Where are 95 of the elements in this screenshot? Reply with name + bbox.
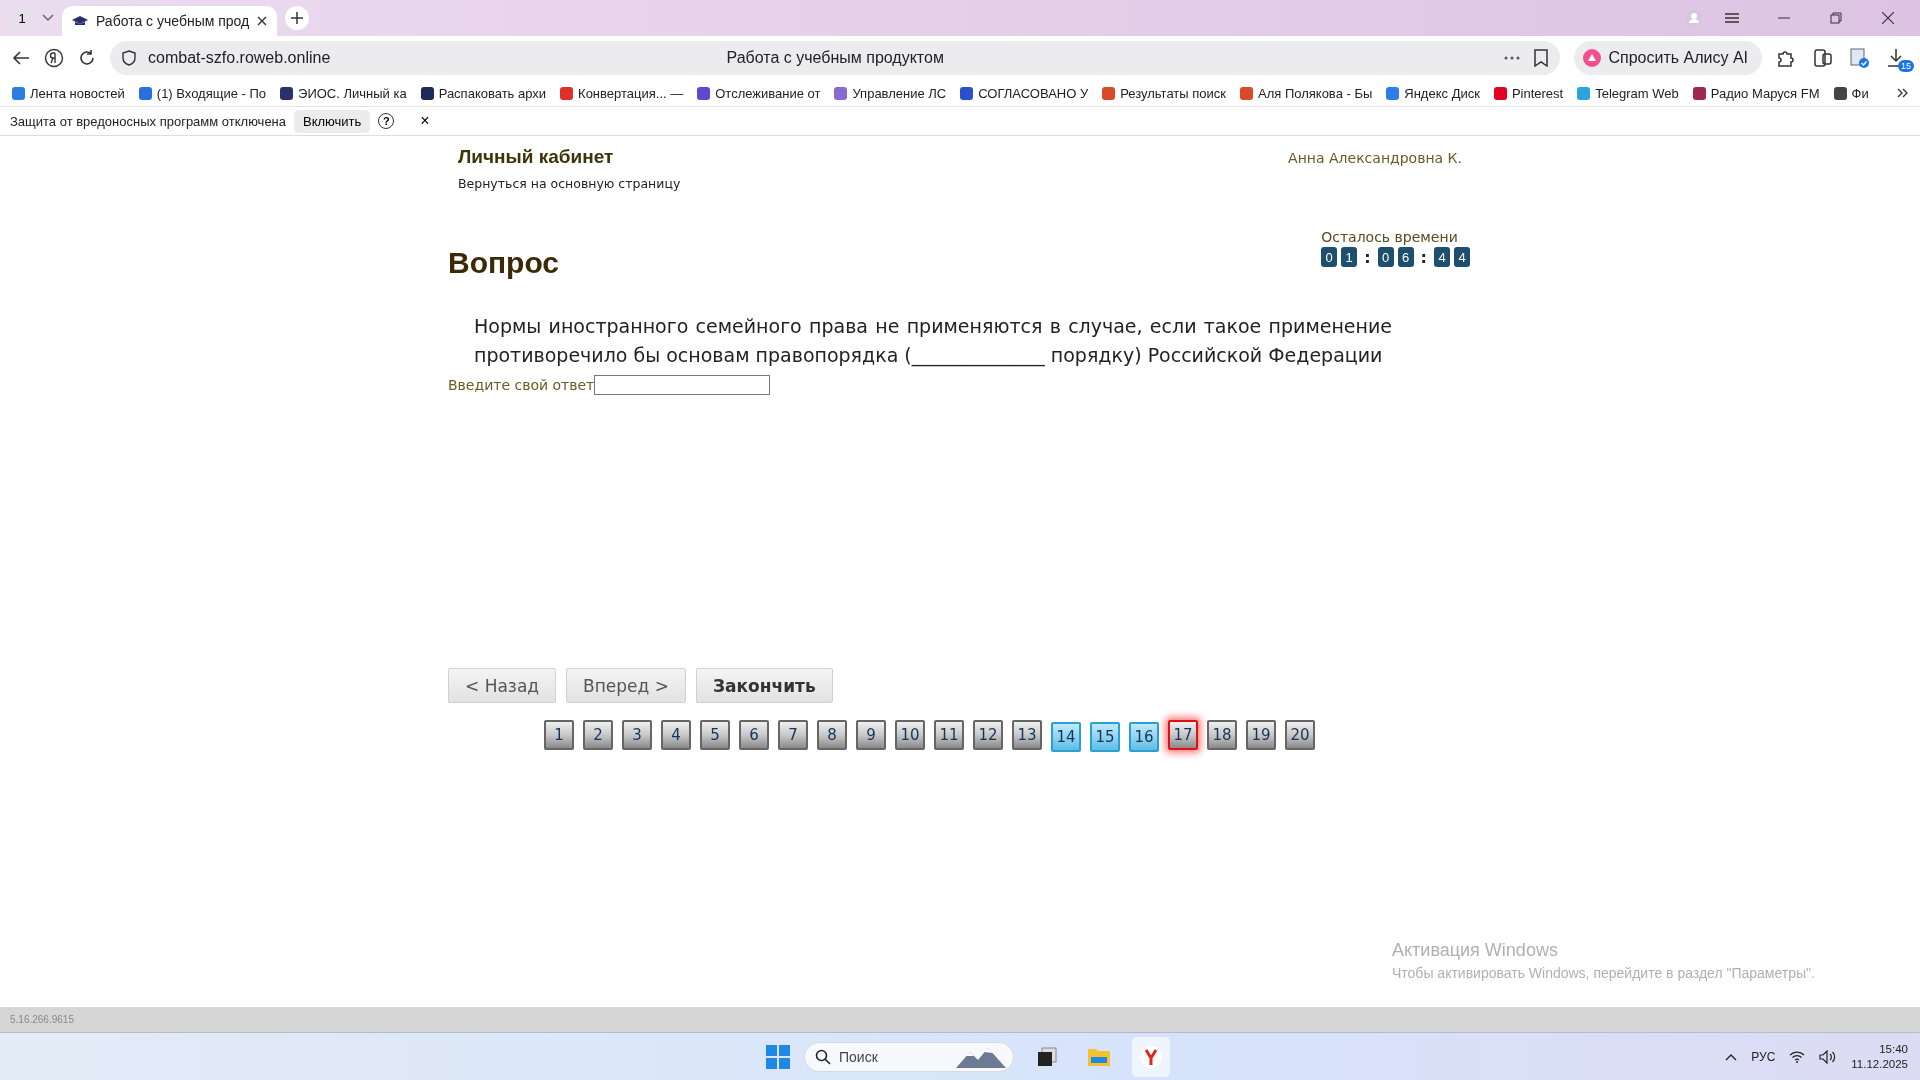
- question-heading: Вопрос: [448, 246, 560, 280]
- question-number-button[interactable]: 8: [817, 719, 847, 750]
- activation-text: Чтобы активировать Windows, перейдите в раздел "Параметры".: [1392, 965, 1815, 981]
- bookmark-item[interactable]: ЭИОС. Личный ка: [280, 85, 407, 101]
- shield-icon: [122, 50, 136, 66]
- question-number-button[interactable]: 16: [1129, 722, 1159, 752]
- yandex-circle-icon[interactable]: [44, 48, 64, 68]
- address-bar[interactable]: combat-szfo.roweb.online Работа с учебным продуктом: [110, 41, 1561, 75]
- downloads-badge: 15: [1898, 60, 1914, 72]
- menu-icon[interactable]: [1725, 13, 1739, 23]
- version-text: 5.16.266.9615: [10, 1014, 74, 1025]
- question-number-button[interactable]: 11: [934, 719, 964, 750]
- question-number-button[interactable]: 18: [1207, 719, 1237, 750]
- protection-warning-text: Защита от вредоносных программ отключена: [10, 113, 287, 129]
- plus-icon: [291, 12, 304, 24]
- question-text: Нормы иностранного семейного права не применяются в случае, если такое применение противоречило бы основам правопорядка (______________ порядку) Российской Федерации: [474, 314, 1392, 369]
- graduation-cap-icon: [72, 16, 88, 26]
- question-number-button[interactable]: 6: [739, 719, 769, 750]
- bookmark-item[interactable]: (1) Входящие - По: [138, 85, 267, 101]
- new-tab-button[interactable]: [285, 6, 310, 30]
- bookmark-item[interactable]: Фи: [1833, 85, 1869, 101]
- activation-title: Активация Windows: [1392, 940, 1559, 961]
- enable-button[interactable]: Включить: [294, 109, 371, 133]
- bookmark-item[interactable]: Конвертация... —: [560, 85, 684, 101]
- restore-icon[interactable]: [1830, 12, 1842, 24]
- clock-date: 11.12.2025: [1851, 1058, 1908, 1070]
- timer-digit: 0: [1321, 247, 1338, 267]
- language-indicator[interactable]: РУС: [1751, 1049, 1776, 1064]
- wifi-icon[interactable]: [1789, 1050, 1806, 1063]
- question-number-button[interactable]: 2: [583, 719, 613, 750]
- cabinet-title: Личный кабинет: [458, 146, 614, 168]
- collections-icon[interactable]: [1812, 47, 1834, 69]
- bookmark-icon[interactable]: [1534, 49, 1549, 67]
- question-number-button[interactable]: 4: [661, 719, 691, 750]
- bookmark-item[interactable]: Telegram Web: [1577, 85, 1679, 101]
- bookmark-item[interactable]: Управление ЛС: [834, 85, 947, 101]
- page-title: Работа с учебным продуктом: [726, 49, 944, 66]
- nav-button[interactable]: Закончить: [695, 668, 833, 703]
- timer-colon: :: [1363, 247, 1372, 267]
- bookmark-item[interactable]: Яндекс Диск: [1386, 85, 1480, 101]
- clock-time: 15:40: [1879, 1043, 1908, 1055]
- answer-label: Введите свой ответ: [448, 377, 595, 393]
- bookmark-item[interactable]: Результаты поиск: [1102, 85, 1226, 101]
- question-number-button[interactable]: 13: [1012, 719, 1042, 750]
- question-number-button[interactable]: 19: [1246, 719, 1276, 750]
- question-number-button[interactable]: 12: [973, 719, 1003, 750]
- timer-colon: :: [1419, 247, 1428, 267]
- ask-alice-button[interactable]: Спросить Алису AI: [1574, 41, 1762, 75]
- nav-button[interactable]: Вперед >: [566, 668, 686, 703]
- yandex-browser-icon[interactable]: [1132, 1036, 1170, 1077]
- timer-digit: 6: [1397, 247, 1414, 267]
- mountain-icon: [956, 1045, 1006, 1068]
- back-arrow-icon[interactable]: [12, 51, 30, 65]
- timer-digit: 4: [1454, 247, 1470, 267]
- question-number-button[interactable]: 1: [544, 719, 574, 750]
- bookmark-item[interactable]: СОГЛАСОВАНО У: [960, 85, 1089, 101]
- close-button[interactable]: ×: [420, 112, 430, 130]
- timer-digit: 1: [1341, 247, 1358, 267]
- double-chevron-icon[interactable]: [1896, 88, 1909, 98]
- close-icon[interactable]: [257, 16, 268, 26]
- browser-tab[interactable]: Работа с учебным прод: [62, 6, 278, 36]
- question-number-button[interactable]: 20: [1285, 719, 1315, 750]
- question-number-button[interactable]: 15: [1090, 722, 1120, 752]
- bookmark-item[interactable]: Радио Маруся FM: [1692, 85, 1820, 101]
- bookmark-item[interactable]: Аля Полякова - Бы: [1240, 85, 1373, 101]
- question-number-button[interactable]: 5: [700, 719, 730, 750]
- question-number-button[interactable]: 7: [778, 719, 808, 750]
- bookmark-item[interactable]: Лента новостей: [12, 85, 125, 101]
- question-number-button[interactable]: 17: [1168, 719, 1198, 750]
- timer-digit: 0: [1377, 247, 1394, 267]
- question-number-button[interactable]: 3: [622, 719, 652, 750]
- reload-icon[interactable]: [78, 49, 96, 67]
- taskbar-search-field[interactable]: Поиск: [804, 1041, 1014, 1072]
- volume-icon[interactable]: [1819, 1049, 1838, 1064]
- question-number-button[interactable]: 14: [1051, 722, 1081, 752]
- timer-digit: 4: [1434, 247, 1450, 267]
- chevron-down-icon[interactable]: [42, 14, 54, 22]
- timer-label: Осталось времени: [1321, 229, 1458, 245]
- search-icon: [815, 1048, 831, 1065]
- back-link[interactable]: Вернуться на основную страницу: [458, 176, 681, 191]
- windows-start-icon[interactable]: [766, 1044, 790, 1069]
- user-name: Анна Александровна К.: [1288, 150, 1462, 168]
- question-number-button[interactable]: 10: [895, 719, 925, 750]
- question-number-button[interactable]: 9: [856, 719, 886, 750]
- tab-count-button[interactable]: 1: [10, 6, 34, 30]
- bookmark-item[interactable]: Распаковать архи: [420, 85, 547, 101]
- alice-logo-icon: [1582, 48, 1603, 68]
- chevron-up-icon[interactable]: [1725, 1052, 1738, 1061]
- url-text: combat-szfo.roweb.online: [148, 49, 331, 67]
- close-icon[interactable]: [1882, 12, 1894, 24]
- bookmark-item[interactable]: Pinterest: [1493, 85, 1564, 101]
- answer-field[interactable]: [594, 375, 771, 395]
- more-icon[interactable]: [1504, 56, 1521, 60]
- bookmark-item[interactable]: Отслеживание от: [697, 85, 821, 101]
- nav-button[interactable]: < Назад: [448, 668, 557, 703]
